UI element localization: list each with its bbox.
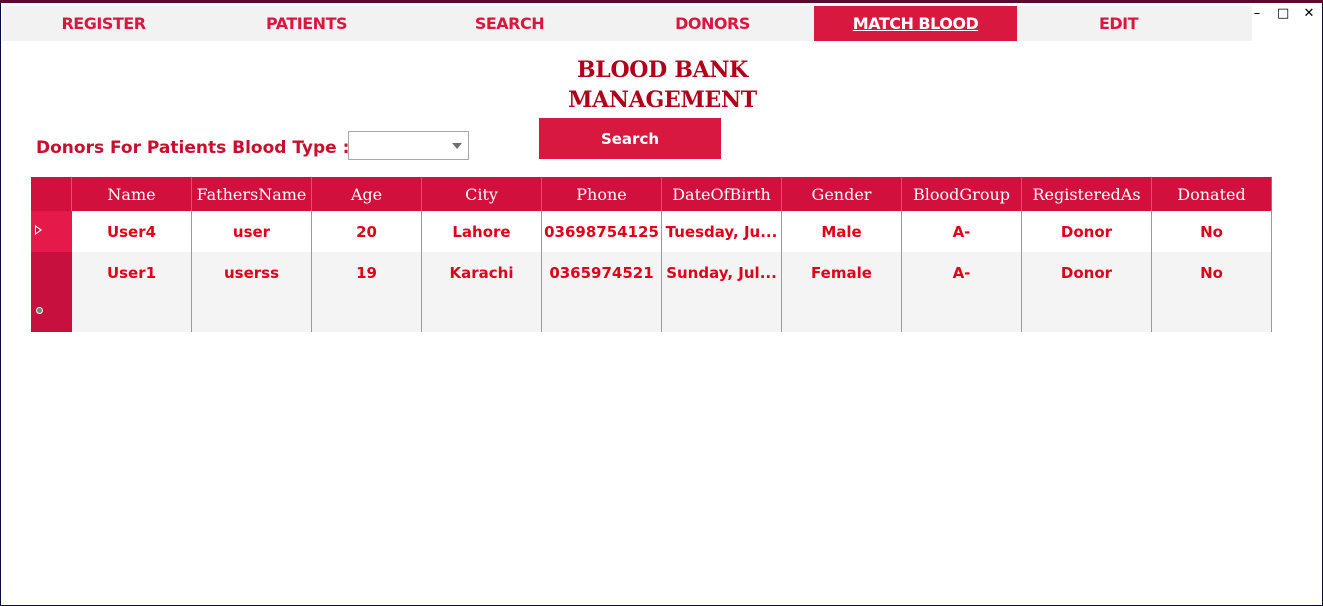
column-header-dateofbirth[interactable]: DateOfBirth xyxy=(662,177,782,211)
cell-name[interactable]: User4 xyxy=(72,211,192,252)
column-header-gender[interactable]: Gender xyxy=(782,177,902,211)
cell-age[interactable]: 20 xyxy=(312,211,422,252)
column-header-fathersname[interactable]: FathersName xyxy=(192,177,312,211)
cell-name[interactable]: User1 xyxy=(72,252,192,332)
cell-donated[interactable]: No xyxy=(1152,252,1272,332)
window-controls: – □ ✕ xyxy=(1251,6,1315,21)
column-header-donated[interactable]: Donated xyxy=(1152,177,1272,211)
table-row[interactable]: User1 userss 19 Karachi 0365974521 Sunday, Ju… xyxy=(72,252,1272,332)
column-header-bloodgroup[interactable]: BloodGroup xyxy=(902,177,1022,211)
column-header-age[interactable]: Age xyxy=(312,177,422,211)
new-row-icon xyxy=(36,307,43,314)
cell-registeredas[interactable]: Donor xyxy=(1022,211,1152,252)
minimize-icon[interactable]: – xyxy=(1251,6,1263,21)
title-line-1: BLOOD BANK MANAGEMENT xyxy=(568,57,757,113)
row-header[interactable] xyxy=(31,211,72,252)
search-button[interactable]: Search xyxy=(539,118,721,159)
grid-header-corner xyxy=(31,177,72,211)
cell-phone[interactable]: 03698754125 xyxy=(542,211,662,252)
cell-city[interactable]: Lahore xyxy=(422,211,542,252)
tab-edit[interactable]: EDIT xyxy=(1017,6,1220,41)
cell-donated[interactable]: No xyxy=(1152,211,1272,252)
cell-age[interactable]: 19 xyxy=(312,252,422,332)
cell-dateofbirth[interactable]: Tuesday, Ju... xyxy=(662,211,782,252)
cell-city[interactable]: Karachi xyxy=(422,252,542,332)
window-top-border xyxy=(0,0,1323,3)
column-header-city[interactable]: City xyxy=(422,177,542,211)
cell-phone[interactable]: 0365974521 xyxy=(542,252,662,332)
cell-dateofbirth[interactable]: Sunday, Jul... xyxy=(662,252,782,332)
cell-fathersname[interactable]: user xyxy=(192,211,312,252)
tab-match-blood[interactable]: MATCH BLOOD xyxy=(814,6,1017,41)
chevron-down-icon xyxy=(452,143,462,149)
tab-register[interactable]: REGISTER xyxy=(2,6,205,41)
current-row-icon xyxy=(35,225,42,235)
row-header[interactable] xyxy=(31,252,72,332)
donor-results-grid: Name FathersName Age City Phone DateOfBirth Ge… xyxy=(31,177,1272,332)
cell-fathersname[interactable]: userss xyxy=(192,252,312,332)
cell-bloodgroup[interactable]: A- xyxy=(902,211,1022,252)
cell-gender[interactable]: Female xyxy=(782,252,902,332)
maximize-icon[interactable]: □ xyxy=(1277,6,1289,21)
tab-donors[interactable]: DONORS xyxy=(611,6,814,41)
tab-bar: REGISTER PATIENTS SEARCH DONORS MATCH BL… xyxy=(2,6,1252,41)
table-row[interactable]: User4 user 20 Lahore 03698754125 Tuesday, Ju.… xyxy=(72,211,1272,252)
blood-type-dropdown[interactable] xyxy=(348,131,469,160)
blood-type-label: Donors For Patients Blood Type : xyxy=(36,138,350,158)
cell-registeredas[interactable]: Donor xyxy=(1022,252,1152,332)
close-icon[interactable]: ✕ xyxy=(1303,6,1315,21)
cell-gender[interactable]: Male xyxy=(782,211,902,252)
column-header-registeredas[interactable]: RegisteredAs xyxy=(1022,177,1152,211)
column-header-name[interactable]: Name xyxy=(72,177,192,211)
tab-search[interactable]: SEARCH xyxy=(408,6,611,41)
column-header-phone[interactable]: Phone xyxy=(542,177,662,211)
tab-patients[interactable]: PATIENTS xyxy=(205,6,408,41)
cell-bloodgroup[interactable]: A- xyxy=(902,252,1022,332)
grid-header: Name FathersName Age City Phone DateOfBirth Ge… xyxy=(31,177,1272,211)
